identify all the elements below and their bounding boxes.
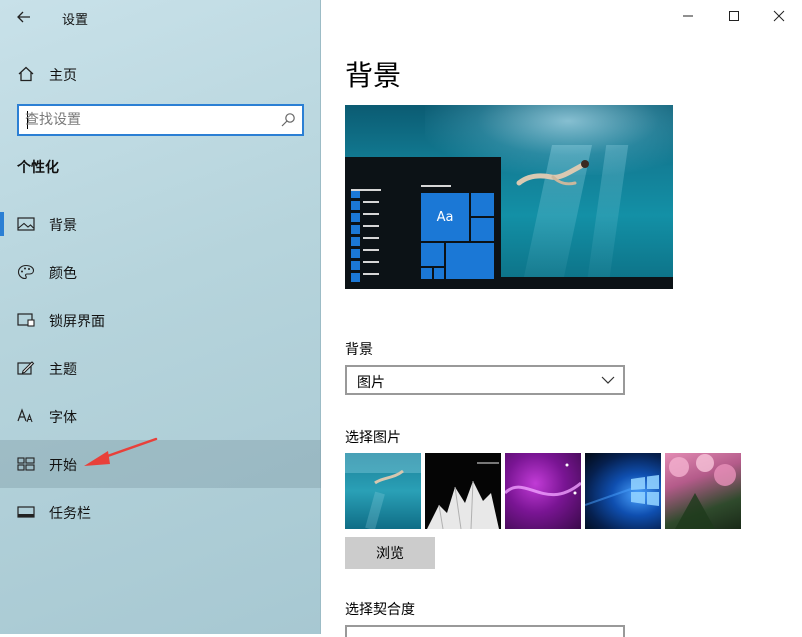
font-icon bbox=[17, 408, 33, 423]
app-icon bbox=[351, 237, 360, 246]
menu-line bbox=[363, 213, 379, 215]
app-icon bbox=[351, 225, 360, 234]
sidebar-item-themes[interactable]: 主题 bbox=[0, 344, 321, 392]
app-icon bbox=[351, 249, 360, 258]
start-menu-mockup: Aa bbox=[345, 157, 501, 289]
back-button[interactable] bbox=[10, 6, 38, 28]
background-preview: Aa bbox=[345, 105, 673, 289]
sidebar-item-taskbar[interactable]: 任务栏 bbox=[0, 488, 321, 536]
picture-thumbnail-purple-light[interactable] bbox=[505, 453, 581, 529]
tile-aa: Aa bbox=[420, 192, 470, 242]
page-title: 背景 bbox=[345, 59, 402, 92]
tile bbox=[420, 267, 433, 280]
sidebar-item-label: 主页 bbox=[49, 68, 77, 84]
content-pane: 背景 Aa 背景 图片 选择图片 浏览 选择契合度 bbox=[321, 0, 802, 637]
choose-picture-label: 选择图片 bbox=[345, 430, 401, 446]
picture-thumbnail-crystals[interactable] bbox=[425, 453, 501, 529]
chevron-down-icon bbox=[601, 376, 615, 384]
purple-light-image bbox=[505, 463, 581, 497]
sidebar-item-label: 字体 bbox=[49, 410, 77, 426]
fit-select[interactable] bbox=[345, 625, 625, 637]
menu-line bbox=[363, 201, 379, 203]
sidebar-item-label: 锁屏界面 bbox=[49, 314, 105, 330]
maximize-icon bbox=[729, 11, 739, 21]
maximize-button[interactable] bbox=[711, 0, 757, 32]
selected-value: 图片 bbox=[357, 375, 385, 391]
minimize-icon bbox=[683, 15, 693, 17]
search-icon[interactable] bbox=[280, 112, 296, 128]
background-type-label: 背景 bbox=[345, 342, 373, 358]
title-bar: 设置 bbox=[0, 0, 321, 34]
underwater-image bbox=[345, 453, 421, 529]
image-icon bbox=[17, 217, 35, 231]
back-arrow-icon bbox=[17, 11, 30, 23]
start-icon bbox=[17, 457, 35, 471]
menu-line bbox=[363, 225, 379, 227]
sidebar-item-fonts[interactable]: 字体 bbox=[0, 392, 321, 440]
app-icon bbox=[351, 213, 360, 222]
tile bbox=[470, 192, 495, 217]
search-input[interactable] bbox=[25, 110, 270, 130]
palette-icon bbox=[17, 264, 35, 280]
active-indicator bbox=[0, 212, 4, 236]
close-icon bbox=[773, 10, 785, 22]
tile bbox=[445, 242, 495, 280]
tile bbox=[470, 217, 495, 242]
menu-line bbox=[363, 273, 379, 275]
picture-thumbnail-cherry-blossom[interactable] bbox=[665, 453, 741, 529]
sidebar-item-lock-screen[interactable]: 锁屏界面 bbox=[0, 296, 321, 344]
picture-thumbnail-underwater[interactable] bbox=[345, 453, 421, 529]
cherry-blossom-image bbox=[669, 454, 736, 529]
sidebar-item-label: 主题 bbox=[49, 362, 77, 378]
menu-line bbox=[421, 185, 451, 187]
theme-icon bbox=[17, 361, 35, 375]
swimmer-image bbox=[516, 160, 589, 186]
settings-sidebar: 设置 主页 个性化 背景 颜色 bbox=[0, 0, 321, 634]
sidebar-item-background[interactable]: 背景 bbox=[0, 200, 321, 248]
search-box[interactable] bbox=[17, 104, 304, 136]
tile bbox=[433, 267, 445, 280]
taskbar-icon bbox=[17, 506, 35, 518]
choose-fit-label: 选择契合度 bbox=[345, 602, 415, 618]
app-title: 设置 bbox=[62, 13, 89, 28]
menu-line bbox=[363, 237, 379, 239]
app-icon bbox=[351, 261, 360, 270]
picture-thumbnails bbox=[345, 453, 745, 529]
lock-screen-icon bbox=[17, 313, 35, 327]
menu-line bbox=[351, 189, 381, 191]
menu-line bbox=[363, 261, 379, 263]
background-type-select[interactable]: 图片 bbox=[345, 365, 625, 395]
sidebar-item-label: 开始 bbox=[49, 458, 77, 474]
minimize-button[interactable] bbox=[665, 0, 711, 32]
sidebar-item-label: 任务栏 bbox=[49, 506, 91, 522]
taskbar-mockup bbox=[501, 277, 673, 289]
home-icon bbox=[18, 66, 34, 82]
crystals-image bbox=[427, 462, 499, 529]
section-title: 个性化 bbox=[17, 160, 59, 176]
windows-logo-image bbox=[585, 475, 659, 506]
close-button[interactable] bbox=[756, 0, 802, 32]
app-icon bbox=[351, 201, 360, 210]
menu-line bbox=[363, 249, 379, 251]
tile bbox=[420, 242, 445, 267]
sidebar-item-colors[interactable]: 颜色 bbox=[0, 248, 321, 296]
sidebar-item-start[interactable]: 开始 bbox=[0, 440, 321, 488]
sidebar-item-label: 颜色 bbox=[49, 266, 77, 282]
sidebar-item-home[interactable]: 主页 bbox=[0, 60, 321, 88]
browse-button[interactable]: 浏览 bbox=[345, 537, 435, 569]
app-icon bbox=[351, 273, 360, 282]
picture-thumbnail-windows-logo[interactable] bbox=[585, 453, 661, 529]
sidebar-item-label: 背景 bbox=[49, 218, 77, 234]
